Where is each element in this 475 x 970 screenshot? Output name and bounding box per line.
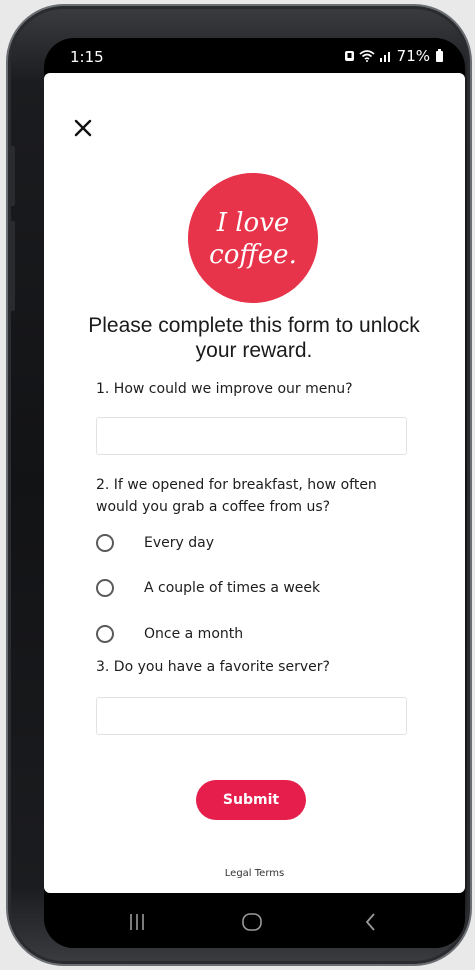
logo-text-line2: coffee. bbox=[209, 240, 297, 270]
radio-button[interactable] bbox=[96, 534, 114, 552]
radio-option-once-month[interactable]: Once a month bbox=[96, 622, 243, 646]
status-bar: 1:15 71% bbox=[44, 38, 465, 74]
volume-button bbox=[10, 146, 15, 206]
home-icon[interactable] bbox=[237, 911, 267, 933]
radio-button[interactable] bbox=[96, 579, 114, 597]
radio-option-couple-times-week[interactable]: A couple of times a week bbox=[96, 576, 320, 600]
submit-button[interactable]: Submit bbox=[196, 780, 306, 820]
android-nav-bar bbox=[44, 893, 465, 948]
question-3-input[interactable] bbox=[96, 697, 407, 735]
radio-button[interactable] bbox=[96, 625, 114, 643]
phone-frame: 1:15 71% I love coffee. Please complete … bbox=[8, 6, 470, 964]
radio-option-every-day[interactable]: Every day bbox=[96, 531, 214, 555]
battery-icon bbox=[436, 48, 443, 62]
reward-form-card: I love coffee. Please complete this form… bbox=[44, 73, 465, 893]
signal-icon bbox=[379, 52, 390, 62]
power-button bbox=[10, 221, 15, 311]
radio-option-label: Every day bbox=[144, 535, 214, 551]
question-2-label: 2. If we opened for breakfast, how often… bbox=[96, 477, 377, 515]
status-icons: 71% bbox=[344, 47, 443, 65]
status-time: 1:15 bbox=[70, 48, 104, 66]
legal-terms-link[interactable]: Legal Terms bbox=[44, 868, 465, 879]
radio-option-label: A couple of times a week bbox=[144, 580, 321, 596]
form-title: Please complete this form to unlock your… bbox=[88, 314, 420, 362]
back-icon[interactable] bbox=[356, 911, 386, 933]
close-icon[interactable] bbox=[72, 117, 94, 139]
logo-text-line1: I love bbox=[216, 208, 290, 238]
notification-icon bbox=[344, 51, 354, 61]
phone-screen: 1:15 71% I love coffee. Please complete … bbox=[44, 38, 465, 948]
recent-apps-icon[interactable] bbox=[122, 911, 152, 933]
battery-percent: 71% bbox=[396, 47, 430, 65]
question-1-label: 1. How could we improve our menu? bbox=[96, 381, 353, 397]
wifi-icon bbox=[359, 50, 375, 62]
radio-option-label: Once a month bbox=[144, 626, 244, 642]
question-3-label: 3. Do you have a favorite server? bbox=[96, 659, 330, 675]
i-love-coffee-logo: I love coffee. bbox=[188, 173, 318, 303]
question-1-input[interactable] bbox=[96, 417, 407, 455]
